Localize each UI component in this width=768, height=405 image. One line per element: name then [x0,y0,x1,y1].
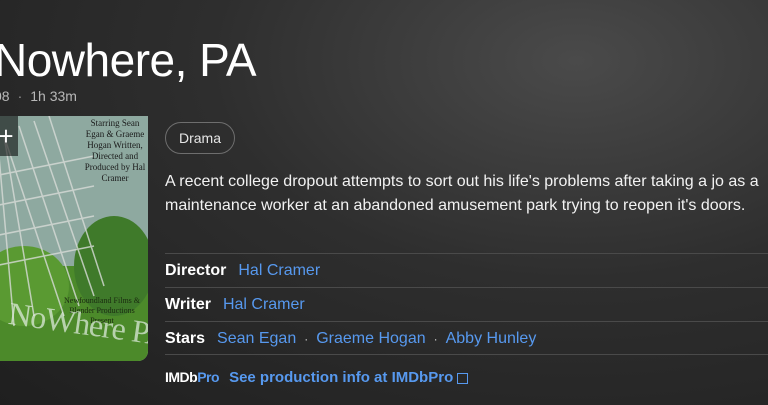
stars-separator: · [304,331,309,346]
poster-credits-text: Starring Sean Egan & Graeme Hogan Writte… [84,118,146,183]
director-link[interactable]: Hal Cramer [238,262,320,280]
imdbpro-logo: IMDbPro [165,369,220,385]
add-to-watchlist-button[interactable]: + [0,116,18,156]
director-label[interactable]: Director [165,262,226,280]
director-row: Director Hal Cramer [165,253,768,287]
star-link[interactable]: Sean Egan [217,330,296,348]
plot-summary: A recent college dropout attempts to sor… [165,173,759,214]
credits-list: Director Hal Cramer Writer Hal Cramer St… [165,253,768,355]
writer-link[interactable]: Hal Cramer [223,296,305,314]
pro-logo-text: Pro [197,369,220,385]
imdb-logo-text: IMDb [165,369,198,385]
meta-separator: · [17,88,23,104]
imdbpro-link[interactable]: See production info at IMDbPro [229,369,453,386]
plus-icon: + [0,120,14,151]
writer-row: Writer Hal Cramer [165,287,768,321]
external-link-icon [457,372,469,384]
page-title: Nowhere, PA [0,34,257,86]
runtime: 1h 33m [30,88,77,104]
release-year[interactable]: 08 [0,88,10,104]
genre-chip[interactable]: Drama [165,122,236,154]
star-link[interactable]: Graeme Hogan [316,330,425,348]
writer-label[interactable]: Writer [165,296,211,314]
stars-label[interactable]: Stars [165,330,205,348]
stars-row: Stars Sean Egan · Graeme Hogan · Abby Hu… [165,321,768,355]
poster-image[interactable]: Starring Sean Egan & Graeme Hogan Writte… [0,116,148,361]
imdbpro-row: IMDbPro See production info at IMDbPro [165,354,768,399]
star-link[interactable]: Abby Hunley [446,330,537,348]
stars-separator: · [433,331,438,346]
title-meta: 08 · 1h 33m [0,88,77,104]
